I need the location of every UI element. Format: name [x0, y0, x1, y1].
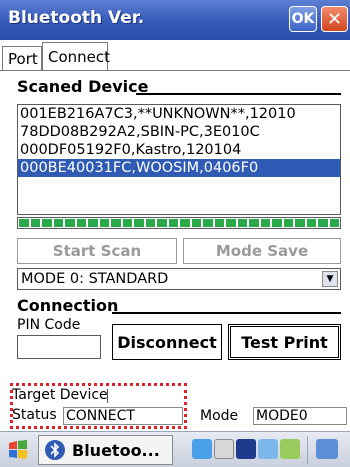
progress-segment	[19, 219, 29, 227]
tab-bar: Port Connect	[0, 42, 350, 70]
main-panel: Port Connect Scaned Device 001EB216A7C3,…	[0, 40, 350, 381]
progress-segment	[180, 219, 190, 227]
progress-segment	[318, 219, 328, 227]
progress-segment	[260, 219, 270, 227]
progress-segment	[283, 219, 293, 227]
progress-segment	[272, 219, 282, 227]
taskbar-app-label: Bluetoo...	[72, 440, 160, 460]
progress-segment	[329, 219, 339, 227]
start-scan-button[interactable]: Start Scan	[17, 238, 177, 264]
pin-code-input[interactable]	[17, 335, 101, 359]
disconnect-button[interactable]: Disconnect	[112, 324, 222, 360]
progress-segment	[76, 219, 86, 227]
scanned-device-label: Scaned Device	[17, 77, 149, 96]
pin-code-label: PIN Code	[17, 317, 81, 333]
start-logo-icon[interactable]	[6, 438, 30, 462]
system-icon[interactable]	[236, 439, 256, 459]
progress-segment	[226, 219, 236, 227]
desktop-icon[interactable]	[316, 439, 338, 459]
list-item[interactable]: 001EB216A7C3,**UNKNOWN**,12010	[18, 105, 340, 123]
divider	[307, 436, 308, 464]
close-button[interactable]: ✕	[321, 6, 348, 32]
bluetooth-icon	[45, 440, 65, 460]
title-bar: Bluetooth Ver. OK ✕	[0, 0, 350, 40]
progress-segment	[295, 219, 305, 227]
progress-segment	[157, 219, 167, 227]
progress-segment	[203, 219, 213, 227]
mode-label: Mode	[200, 408, 239, 424]
section-divider	[136, 93, 341, 95]
progress-segment	[306, 219, 316, 227]
tab-connect[interactable]: Connect	[42, 42, 110, 70]
progress-segment	[145, 219, 155, 227]
connection-label: Connection	[17, 296, 119, 315]
scan-progress-bar	[17, 217, 341, 229]
list-item[interactable]: 78DD08B292A2,SBIN-PC,3E010C	[18, 123, 340, 141]
progress-segment	[122, 219, 132, 227]
progress-segment	[53, 219, 63, 227]
progress-segment	[134, 219, 144, 227]
ok-button[interactable]: OK	[289, 6, 317, 32]
list-item[interactable]: 000DF05192F0,Kastro,120104	[18, 141, 340, 159]
progress-segment	[42, 219, 52, 227]
progress-segment	[214, 219, 224, 227]
progress-segment	[237, 219, 247, 227]
progress-segment	[88, 219, 98, 227]
tools-icon[interactable]	[280, 439, 300, 459]
taskbar: Bluetoo...	[0, 431, 350, 467]
taskbar-app-button[interactable]: Bluetoo...	[38, 435, 173, 465]
device-list[interactable]: 001EB216A7C3,**UNKNOWN**,12010 78DD08B29…	[17, 104, 341, 215]
progress-segment	[30, 219, 40, 227]
mode-save-button[interactable]: Mode Save	[183, 238, 341, 264]
mode-select-value: MODE 0: STANDARD	[21, 271, 169, 287]
sync-icon[interactable]	[258, 439, 278, 459]
connect-tab-content: Scaned Device 001EB216A7C3,**UNKNOWN**,1…	[0, 70, 350, 381]
progress-segment	[65, 219, 75, 227]
test-print-button[interactable]: Test Print	[228, 324, 341, 360]
network-icon[interactable]	[192, 439, 212, 459]
tab-port[interactable]: Port	[2, 46, 42, 70]
chevron-down-icon[interactable]: ▼	[322, 271, 338, 287]
mode-select[interactable]: MODE 0: STANDARD ▼	[17, 268, 341, 290]
progress-segment	[249, 219, 259, 227]
progress-segment	[111, 219, 121, 227]
progress-segment	[191, 219, 201, 227]
window-title: Bluetooth Ver.	[8, 8, 145, 28]
list-item-selected[interactable]: 000BE40031FC,WOOSIM,0406F0	[18, 159, 340, 177]
progress-segment	[168, 219, 178, 227]
keyboard-icon[interactable]	[214, 439, 234, 459]
progress-segment	[99, 219, 109, 227]
mode-field: MODE0	[253, 407, 347, 425]
status-area: Target Device Status CONNECT Mode MODE0	[0, 381, 350, 431]
highlight-box	[10, 383, 187, 429]
section-divider	[112, 312, 341, 314]
